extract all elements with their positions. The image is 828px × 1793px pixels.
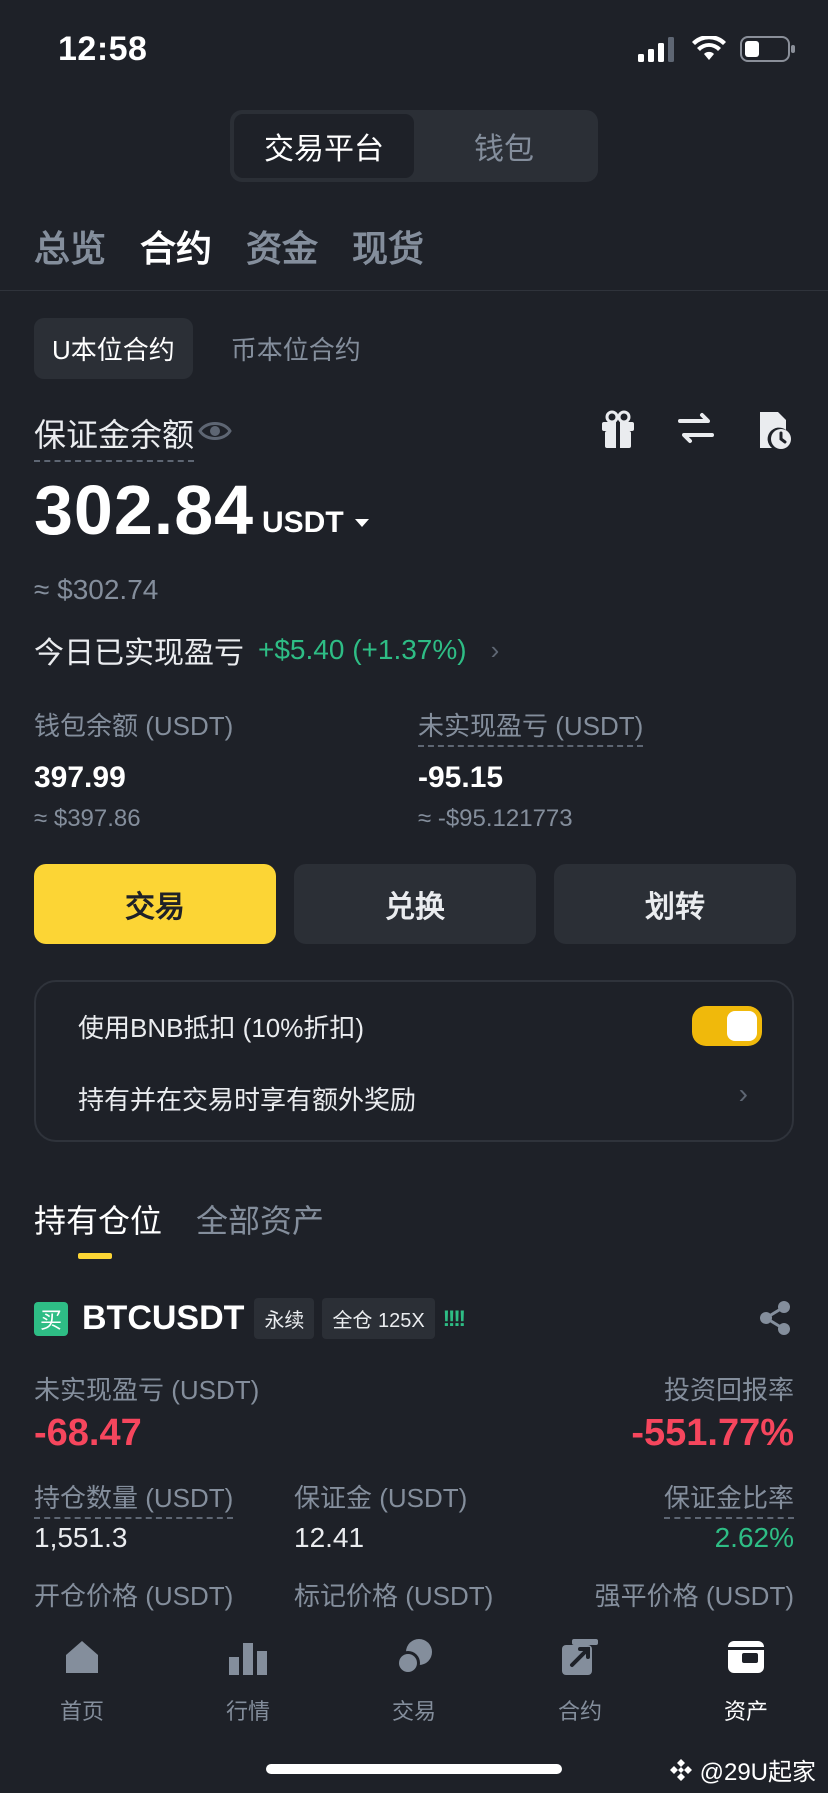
status-time: 12:58 [58,30,148,68]
position-tabs: 持有仓位 全部资产 [34,1196,324,1242]
home-indicator [266,1764,562,1774]
tab-overview[interactable]: 总览 [34,220,106,272]
nav-trade[interactable]: 交易 [354,1632,474,1726]
balance-unit: USDT [262,506,344,539]
history-icon[interactable] [756,410,792,450]
tab-futures[interactable]: 合约 [140,220,212,272]
tab-funding[interactable]: 资金 [246,220,318,272]
transfer-button[interactable]: 划转 [554,864,796,944]
trade-coins-icon [396,1639,432,1675]
subtab-usdm[interactable]: U本位合约 [34,318,193,379]
signal-icon [638,37,674,62]
bnb-discount-card: 使用BNB抵扣 (10%折扣) 持有并在交易时享有额外奖励 › [34,980,794,1142]
status-bar: 12:58 [0,0,828,100]
margin-ratio-label[interactable]: 保证金比率 [663,1478,794,1519]
position-margin-value: 12.41 [294,1522,365,1553]
watermark: @29U起家 [668,1752,816,1787]
wallet-balance-label: 钱包余额 (USDT) [34,711,234,741]
home-icon [66,1641,98,1673]
unrealized-pnl-label[interactable]: 未实现盈亏 (USDT) [418,706,644,747]
nav-futures-label: 合约 [557,1699,602,1724]
tab-spot[interactable]: 现货 [352,220,424,272]
bnb-rewards-link[interactable]: 持有并在交易时享有额外奖励 [78,1080,416,1117]
position-margin-label: 保证金 (USDT) [294,1483,468,1513]
wallet-icon [728,1641,764,1673]
chevron-right-icon: › [490,634,500,665]
wifi-icon [692,36,726,60]
nav-assets-label: 资产 [723,1699,768,1724]
mark-price-label: 标记价格 (USDT) [294,1581,494,1611]
futures-icon [562,1639,598,1675]
tab-all-assets[interactable]: 全部资产 [196,1196,324,1242]
position-pnl-value: -68.47 [34,1412,142,1454]
action-buttons: 交易 兑换 划转 [34,864,796,944]
convert-button[interactable]: 兑换 [294,864,536,944]
nav-markets-label: 行情 [225,1699,270,1724]
asset-tabs: 总览 合约 资金 现货 [34,220,424,272]
binance-logo-icon [669,1758,692,1781]
roe-value: -551.77% [631,1412,794,1454]
position-size-label[interactable]: 持仓数量 (USDT) [34,1478,234,1519]
wallet-balance-block: 钱包余额 (USDT) 397.99 ≈ $397.86 [34,706,233,833]
position-size-value: 1,551.3 [34,1522,128,1553]
margin-balance-label[interactable]: 保证金余额 [34,410,195,462]
today-pnl-value: +$5.40 (+1.37%) [258,634,467,665]
position-header[interactable]: 买 BTCUSDT 永续 全仓 125X !!!! [34,1298,466,1339]
unrealized-pnl-block: 未实现盈亏 (USDT) -95.15 ≈ -$95.121773 [418,706,644,833]
position-pnl-label: 未实现盈亏 (USDT) [34,1375,260,1405]
unrealized-pnl-value: -95.15 [418,761,504,794]
status-icons [638,36,796,62]
chevron-right-icon: › [738,1078,748,1109]
caret-down-icon [354,519,369,527]
trade-button[interactable]: 交易 [34,864,276,944]
balance-unit-selector[interactable]: USDT [262,506,370,540]
margin-balance-approx: ≈ $302.74 [34,574,159,605]
gift-icon[interactable] [600,410,636,450]
liquidation-price-label: 强平价格 (USDT) [594,1581,794,1611]
transfer-arrows-icon[interactable] [676,410,716,446]
today-pnl-row[interactable]: 今日已实现盈亏 +$5.40 (+1.37%) › [34,628,499,672]
active-tab-indicator [78,1253,112,1259]
unrealized-pnl-approx: ≈ -$95.121773 [418,805,573,832]
nav-assets[interactable]: 资产 [686,1632,806,1726]
nav-home-label: 首页 [59,1699,104,1724]
wallet-balance-approx: ≈ $397.86 [34,805,141,832]
buy-tag: 买 [34,1301,68,1336]
bnb-discount-toggle[interactable] [692,1006,762,1046]
perpetual-chip: 永续 [254,1298,315,1339]
nav-futures[interactable]: 合约 [520,1632,640,1726]
watermark-text: @29U起家 [699,1759,816,1786]
roe-label: 投资回报率 [663,1375,794,1405]
balance-tools [600,410,792,450]
leverage-chip[interactable]: 全仓 125X [322,1298,435,1339]
eye-icon[interactable] [198,414,232,448]
divider [0,290,828,291]
nav-home[interactable]: 首页 [22,1632,142,1726]
nav-trade-label: 交易 [391,1699,436,1724]
segment-wallet[interactable]: 钱包 [414,114,594,178]
segment-trading-platform[interactable]: 交易平台 [234,114,414,178]
bnb-discount-label: 使用BNB抵扣 (10%折扣) [78,1013,365,1043]
wallet-balance-value: 397.99 [34,761,126,794]
entry-price-label: 开仓价格 (USDT) [34,1581,234,1611]
bar-chart-icon [229,1643,267,1675]
today-pnl-label: 今日已实现盈亏 [34,637,244,670]
risk-bars: !!!! [442,1305,466,1331]
battery-icon [740,36,795,62]
margin-ratio-value: 2.62% [714,1522,794,1553]
subtab-coinm[interactable]: 币本位合约 [213,318,379,379]
nav-markets[interactable]: 行情 [188,1632,308,1726]
margin-balance-value: 302.84 [34,471,255,549]
platform-segment: 交易平台 钱包 [230,110,598,182]
futures-subtabs: U本位合约 币本位合约 [34,318,379,379]
share-icon[interactable] [758,1300,792,1336]
toggle-knob [727,1011,757,1041]
tab-open-positions[interactable]: 持有仓位 [34,1196,162,1242]
position-symbol: BTCUSDT [82,1299,245,1337]
